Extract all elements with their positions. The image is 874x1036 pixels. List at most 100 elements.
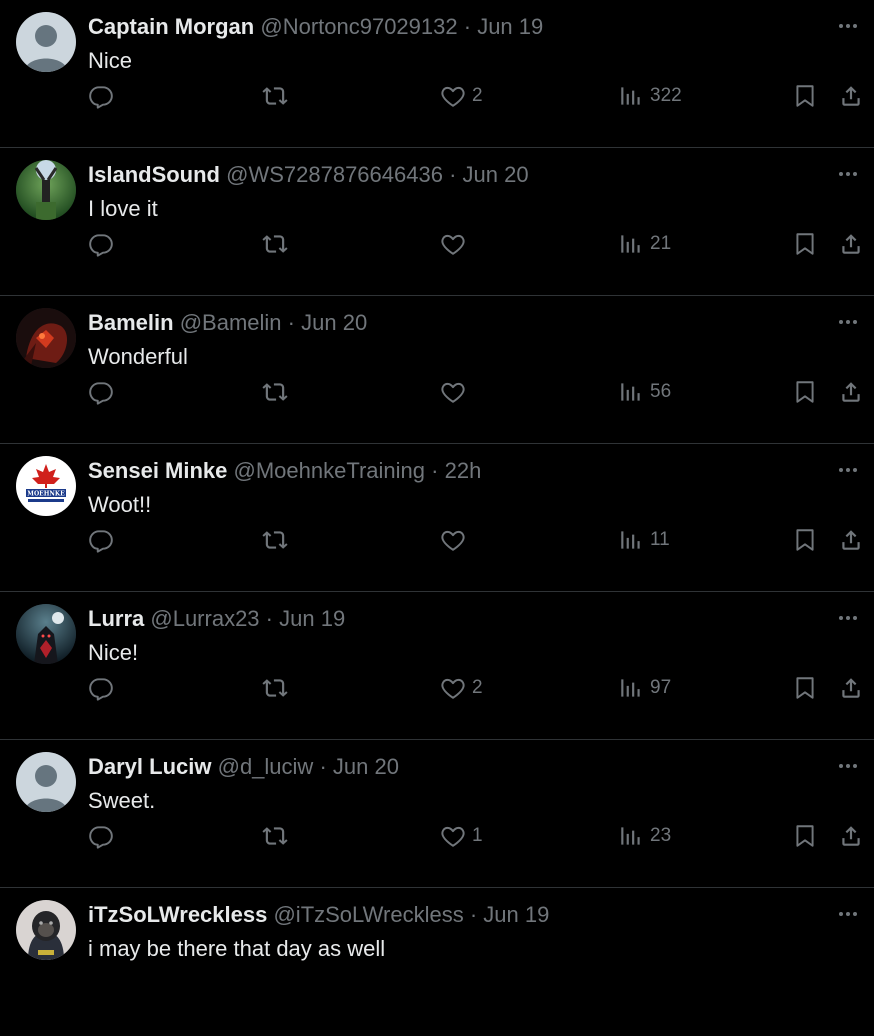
share-icon [842, 678, 860, 698]
like-button[interactable] [440, 228, 472, 260]
reply-button[interactable] [88, 672, 114, 704]
repost-button[interactable] [262, 820, 288, 852]
repost-icon [262, 87, 288, 105]
reply-tweet[interactable]: Lurra @Lurrax23 · Jun 19 Nice! 2 97 [0, 592, 874, 740]
more-icon [839, 320, 857, 324]
avatar[interactable] [16, 900, 76, 960]
repost-button[interactable] [262, 228, 288, 260]
user-handle[interactable]: @Lurrax23 [150, 606, 259, 631]
display-name[interactable]: Lurra [88, 606, 144, 631]
reply-tweet[interactable]: Daryl Luciw @d_luciw · Jun 20 Sweet. 1 2… [0, 740, 874, 888]
timestamp[interactable]: Jun 19 [483, 902, 549, 927]
user-handle[interactable]: @Bamelin [180, 310, 282, 335]
like-button[interactable]: 2 [440, 672, 483, 704]
repost-button[interactable] [262, 80, 288, 112]
share-icon [842, 86, 860, 106]
tweet-text: Nice [88, 48, 133, 73]
avatar[interactable] [16, 308, 76, 368]
reply-button[interactable] [88, 524, 114, 556]
avatar[interactable]: MOEHNKE [16, 456, 76, 516]
more-options-button[interactable] [834, 606, 862, 630]
user-handle[interactable]: @iTzSoLWreckless [273, 902, 463, 927]
heart-icon [441, 382, 465, 403]
views-button[interactable]: 322 [618, 80, 682, 112]
views-button[interactable]: 56 [618, 376, 671, 408]
timestamp[interactable]: 22h [445, 458, 482, 483]
display-name[interactable]: Sensei Minke [88, 458, 227, 483]
timestamp[interactable]: Jun 20 [333, 754, 399, 779]
more-options-button[interactable] [834, 458, 862, 482]
share-button[interactable] [838, 672, 864, 704]
reply-button[interactable] [88, 820, 114, 852]
more-options-button[interactable] [834, 14, 862, 38]
display-name[interactable]: iTzSoLWreckless [88, 902, 267, 927]
reply-button[interactable] [88, 376, 114, 408]
display-name[interactable]: Daryl Luciw [88, 754, 211, 779]
action-bar: 56 [88, 376, 874, 408]
action-bar: 2 322 [88, 80, 874, 112]
views-button[interactable]: 11 [618, 524, 670, 556]
photo-avatar-icon [16, 604, 76, 664]
user-handle[interactable]: @Nortonc97029132 [260, 14, 457, 39]
repost-button[interactable] [262, 524, 288, 556]
repost-button[interactable] [262, 672, 288, 704]
user-handle[interactable]: @d_luciw [218, 754, 314, 779]
action-bar: 2 97 [88, 672, 874, 704]
avatar[interactable] [16, 604, 76, 664]
share-button[interactable] [838, 228, 864, 260]
timestamp[interactable]: Jun 19 [477, 14, 543, 39]
views-button[interactable]: 23 [618, 820, 671, 852]
more-options-button[interactable] [834, 310, 862, 334]
bookmark-button[interactable] [792, 80, 818, 112]
view-count: 23 [650, 825, 672, 846]
avatar[interactable] [16, 12, 76, 72]
share-icon [842, 826, 860, 846]
reply-tweet[interactable]: Bamelin @Bamelin · Jun 20 Wonderful 56 [0, 296, 874, 444]
reply-icon [89, 826, 113, 849]
reply-tweet[interactable]: IslandSound @WS7287876646436 · Jun 20 I … [0, 148, 874, 296]
bookmark-button[interactable] [792, 228, 818, 260]
bookmark-icon [796, 825, 814, 847]
like-button[interactable] [440, 376, 472, 408]
repost-button[interactable] [262, 376, 288, 408]
more-options-button[interactable] [834, 162, 862, 186]
reply-tweet[interactable]: iTzSoLWreckless @iTzSoLWreckless · Jun 1… [0, 888, 874, 1036]
bookmark-button[interactable] [792, 524, 818, 556]
share-button[interactable] [838, 524, 864, 556]
photo-avatar-icon [16, 160, 76, 220]
like-button[interactable] [440, 524, 472, 556]
display-name[interactable]: Bamelin [88, 310, 174, 335]
more-options-button[interactable] [834, 902, 862, 926]
repost-icon [262, 235, 288, 253]
share-button[interactable] [838, 820, 864, 852]
share-button[interactable] [838, 376, 864, 408]
default-avatar-icon [16, 12, 76, 72]
reply-button[interactable] [88, 228, 114, 260]
like-button[interactable]: 1 [440, 820, 483, 852]
user-handle[interactable]: @MoehnkeTraining [234, 458, 426, 483]
more-icon [839, 912, 857, 916]
timestamp[interactable]: Jun 20 [463, 162, 529, 187]
reply-tweet[interactable]: Captain Morgan @Nortonc97029132 · Jun 19… [0, 0, 874, 148]
default-avatar-icon [16, 752, 76, 812]
reply-tweet[interactable]: MOEHNKE Sensei Minke @MoehnkeTraining · … [0, 444, 874, 592]
avatar[interactable] [16, 752, 76, 812]
more-options-button[interactable] [834, 754, 862, 778]
share-button[interactable] [838, 80, 864, 112]
display-name[interactable]: Captain Morgan [88, 14, 254, 39]
views-chart-icon [621, 87, 640, 105]
reply-button[interactable] [88, 80, 114, 112]
timestamp[interactable]: Jun 19 [279, 606, 345, 631]
views-button[interactable]: 21 [618, 228, 671, 260]
bookmark-button[interactable] [792, 672, 818, 704]
user-handle[interactable]: @WS7287876646436 [226, 162, 443, 187]
timestamp[interactable]: Jun 20 [301, 310, 367, 335]
bookmark-button[interactable] [792, 376, 818, 408]
avatar[interactable] [16, 160, 76, 220]
display-name[interactable]: IslandSound [88, 162, 220, 187]
like-button[interactable]: 2 [440, 80, 483, 112]
more-icon [839, 764, 857, 768]
views-button[interactable]: 97 [618, 672, 671, 704]
like-count: 1 [472, 825, 483, 846]
bookmark-button[interactable] [792, 820, 818, 852]
